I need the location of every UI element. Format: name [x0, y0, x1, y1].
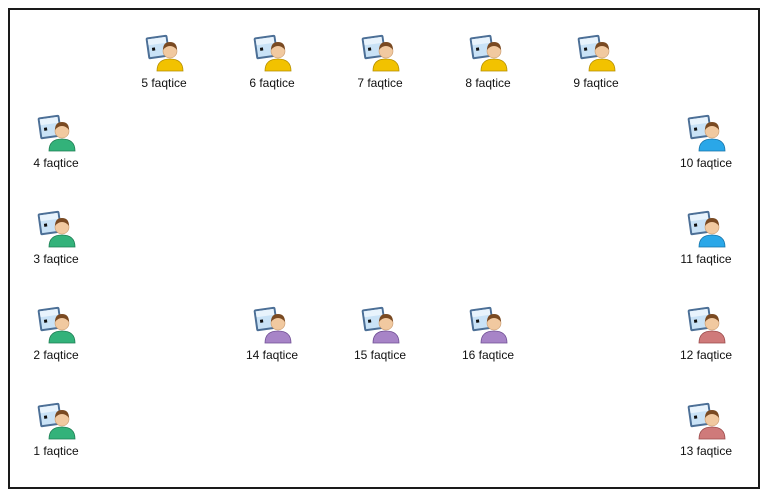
- workstation-user-icon: [361, 306, 400, 344]
- workstation-user-icon: [37, 210, 76, 248]
- workstation-label: 1 faqtice: [33, 444, 79, 458]
- workstation-user-icon: [687, 306, 726, 344]
- workstation-label: 2 faqtice: [33, 348, 79, 362]
- workstation-15[interactable]: 15 faqtice: [344, 304, 416, 366]
- workstation-10[interactable]: 10 faqtice: [670, 112, 742, 174]
- workstation-2[interactable]: 2 faqtice: [20, 304, 92, 366]
- workstation-user-icon: [145, 34, 184, 72]
- workstation-label: 6 faqtice: [249, 76, 295, 90]
- workstation-label: 9 faqtice: [573, 76, 619, 90]
- workstation-4[interactable]: 4 faqtice: [20, 112, 92, 174]
- workstation-label: 14 faqtice: [245, 348, 299, 362]
- workstation-label: 16 faqtice: [461, 348, 515, 362]
- workstation-user-icon: [253, 306, 292, 344]
- workstation-label: 7 faqtice: [357, 76, 403, 90]
- workstation-label: 3 faqtice: [33, 252, 79, 266]
- workstation-label: 15 faqtice: [353, 348, 407, 362]
- workstation-7[interactable]: 7 faqtice: [344, 32, 416, 94]
- workstation-user-icon: [253, 34, 292, 72]
- workstation-label: 11 faqtice: [680, 252, 732, 266]
- workstation-user-icon: [361, 34, 400, 72]
- workstation-user-icon: [37, 306, 76, 344]
- workstation-user-icon: [687, 402, 726, 440]
- workstation-label: 10 faqtice: [679, 156, 733, 170]
- workstation-user-icon: [469, 306, 508, 344]
- workstation-user-icon: [37, 114, 76, 152]
- workstation-9[interactable]: 9 faqtice: [560, 32, 632, 94]
- workstation-label: 8 faqtice: [465, 76, 511, 90]
- workstation-6[interactable]: 6 faqtice: [236, 32, 308, 94]
- workstation-14[interactable]: 14 faqtice: [236, 304, 308, 366]
- workstation-11[interactable]: 11 faqtice: [670, 208, 742, 270]
- workstation-user-icon: [687, 210, 726, 248]
- workstation-label: 4 faqtice: [33, 156, 79, 170]
- workstation-user-icon: [469, 34, 508, 72]
- workstation-3[interactable]: 3 faqtice: [20, 208, 92, 270]
- workstation-user-icon: [577, 34, 616, 72]
- workstation-8[interactable]: 8 faqtice: [452, 32, 524, 94]
- workstation-label: 5 faqtice: [141, 76, 187, 90]
- workstation-1[interactable]: 1 faqtice: [20, 400, 92, 462]
- workstation-5[interactable]: 5 faqtice: [128, 32, 200, 94]
- workstation-label: 13 faqtice: [679, 444, 733, 458]
- workstation-user-icon: [687, 114, 726, 152]
- workstation-user-icon: [37, 402, 76, 440]
- workstation-16[interactable]: 16 faqtice: [452, 304, 524, 366]
- workstation-label: 12 faqtice: [679, 348, 733, 362]
- workstation-12[interactable]: 12 faqtice: [670, 304, 742, 366]
- classroom-map-canvas: 5 faqtice 6 faqtice 7 faqtice 8 faqtice …: [8, 8, 760, 489]
- workstation-13[interactable]: 13 faqtice: [670, 400, 742, 462]
